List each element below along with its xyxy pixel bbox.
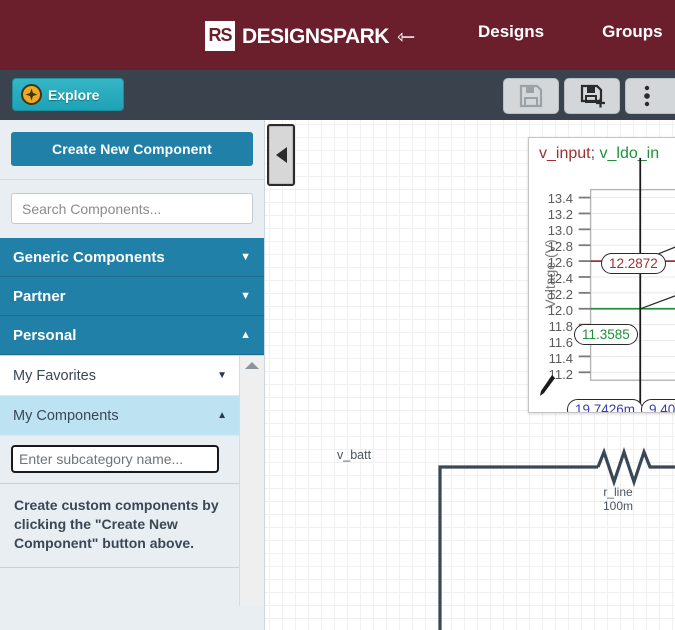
subcategory-label: My Favorites: [13, 367, 96, 384]
component-ref-r-line: r_line: [603, 485, 633, 499]
callout-v-input[interactable]: 12.2872: [601, 253, 666, 274]
schematic-canvas[interactable]: v_batt r_line 100m v_input; v_ldo_in Vol…: [265, 120, 675, 630]
category-partner[interactable]: Partner ▼: [0, 277, 264, 316]
sidebar-hint-box: Create custom components by clicking the…: [0, 483, 240, 567]
app-toolbar: Explore: [0, 70, 675, 120]
component-value-r-line: 100m: [602, 499, 634, 514]
component-sidebar: Create New Component Generic Components …: [0, 120, 265, 630]
main-nav: Designs Groups: [478, 22, 663, 42]
sidebar-collapse-handle[interactable]: [267, 124, 295, 186]
floppy-disk-icon: [519, 84, 543, 108]
nav-groups[interactable]: Groups: [602, 22, 662, 42]
subcategory-list: My Favorites ▼ My Components ▲ Create cu…: [0, 356, 240, 607]
nav-designs[interactable]: Designs: [478, 22, 544, 42]
sidebar-top-section: Create New Component: [0, 120, 264, 179]
component-label-r-line: r_line 100m: [573, 485, 663, 514]
cursor-readout-left[interactable]: 19.7426m: [567, 399, 644, 412]
category-label: Partner: [13, 287, 66, 305]
create-new-component-button[interactable]: Create New Component: [11, 132, 253, 166]
save-button[interactable]: [503, 78, 559, 114]
subcategory-name-input[interactable]: [11, 445, 219, 473]
category-personal[interactable]: Personal ▲: [0, 316, 264, 355]
net-label-v-batt: v_batt: [337, 448, 372, 462]
file-tool-group: [503, 78, 675, 114]
compass-icon: [21, 84, 42, 105]
subcategory-vertical-scrollbar[interactable]: [239, 356, 264, 606]
sidebar-footer-spacer: [0, 566, 240, 607]
floppy-disk-plus-icon: [580, 84, 605, 108]
subcategory-label: My Components: [13, 407, 119, 424]
save-as-button[interactable]: [564, 78, 620, 114]
chevron-down-icon: ▼: [240, 289, 251, 302]
scroll-up-arrow-icon[interactable]: [245, 362, 259, 369]
search-section: [0, 180, 264, 238]
chevron-up-icon: ▲: [240, 328, 251, 341]
category-label: Generic Components: [13, 248, 165, 266]
plot-traces: [578, 157, 675, 412]
sidebar-hint-text: Create custom components by clicking the…: [14, 497, 219, 551]
chevron-down-icon: ▼: [217, 369, 227, 381]
category-generic-components[interactable]: Generic Components ▼: [0, 238, 264, 277]
third-tool-button[interactable]: [625, 78, 675, 114]
waveform-plot-panel[interactable]: v_input; v_ldo_in Voltage (V) 13.4 13.2 …: [528, 137, 675, 413]
search-components-input[interactable]: [11, 193, 253, 224]
category-label: Personal: [13, 326, 77, 344]
chevron-up-icon: ▲: [217, 409, 227, 421]
subcategory-my-favorites[interactable]: My Favorites ▼: [0, 356, 240, 396]
subcategory-input-wrap: [0, 436, 240, 483]
callout-v-ldo-in[interactable]: 11.3585: [574, 324, 638, 345]
chevron-left-icon: [275, 147, 287, 163]
brand-header: RS DESIGNSPARK ⇽ Designs Groups: [0, 0, 675, 70]
rs-logo-icon: RS: [205, 21, 235, 51]
pen-icon[interactable]: [537, 373, 557, 404]
explore-button-label: Explore: [48, 86, 100, 103]
brand-wordmark: DESIGNSPARK: [242, 24, 389, 48]
partially-visible-icon: [644, 85, 650, 107]
brand-arrow-icon: ⇽: [396, 24, 416, 49]
rs-logo-text: RS: [208, 25, 232, 45]
designspark-logo[interactable]: RS DESIGNSPARK ⇽: [205, 21, 415, 51]
chevron-down-icon: ▼: [240, 250, 251, 263]
subcategory-scroll-region: My Favorites ▼ My Components ▲ Create cu…: [0, 355, 264, 607]
subcategory-my-components[interactable]: My Components ▲: [0, 396, 240, 436]
cursor-readout-right[interactable]: 9.402: [641, 399, 675, 412]
app-root: RS DESIGNSPARK ⇽ Designs Groups Explore: [0, 0, 675, 630]
explore-button[interactable]: Explore: [12, 78, 124, 111]
